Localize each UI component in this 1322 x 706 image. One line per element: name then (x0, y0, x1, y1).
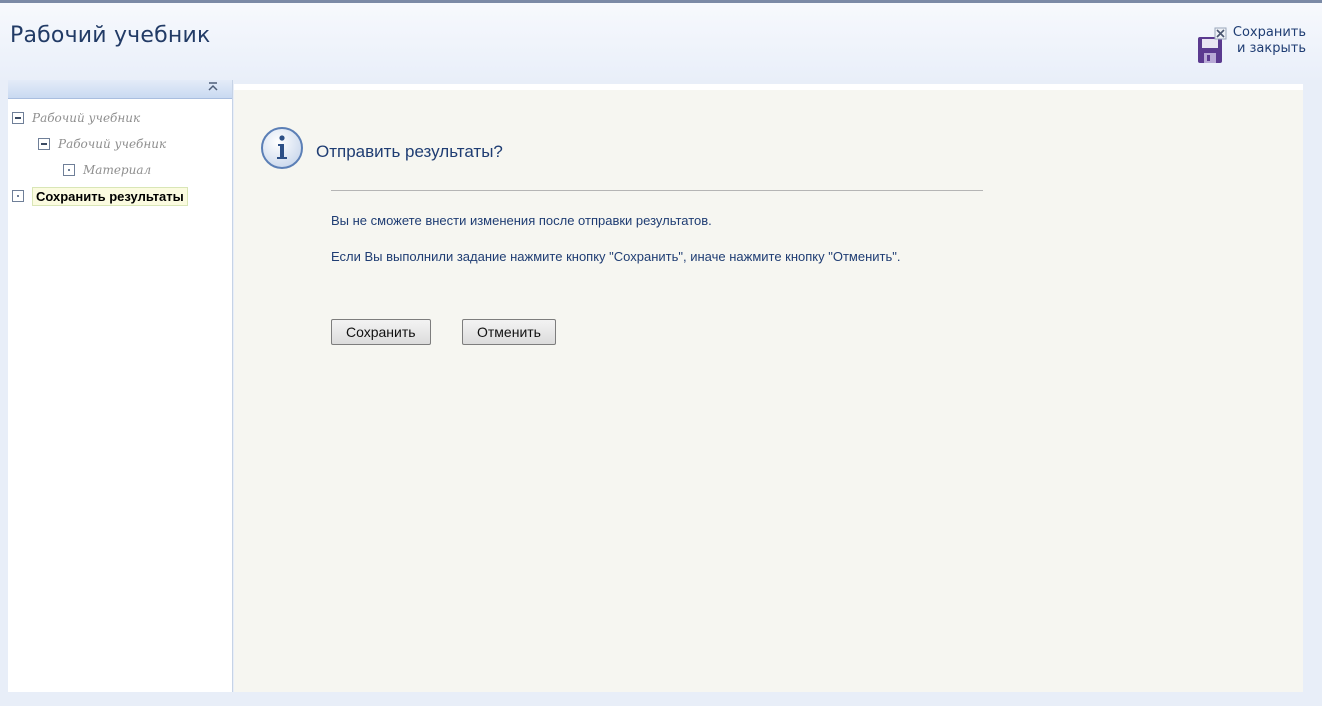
toc-tree: Рабочий учебник Рабочий учебник Материал… (8, 105, 232, 209)
tree-item-label-active: Сохранить результаты (32, 186, 188, 206)
save-button[interactable]: Сохранить (331, 319, 431, 345)
tree-item-label: Рабочий учебник (32, 111, 141, 125)
tree-item-save-results[interactable]: Сохранить результаты (8, 183, 232, 209)
save-and-close-button[interactable]: Сохранить и закрыть (1197, 25, 1306, 71)
collapse-node-icon[interactable] (38, 138, 50, 150)
floppy-disk-close-icon (1197, 27, 1227, 63)
warning-message: Вы не сможете внести изменения после отп… (331, 213, 712, 228)
cancel-button[interactable]: Отменить (462, 319, 556, 345)
dialog-title: Отправить результаты? (316, 142, 503, 161)
collapse-up-icon[interactable] (206, 81, 220, 95)
tree-item-material[interactable]: Материал (8, 157, 232, 183)
content-panel: Отправить результаты? Вы не сможете внес… (234, 84, 1303, 692)
sidebar-collapse-bar (8, 80, 232, 99)
save-and-close-label: Сохранить и закрыть (1232, 25, 1306, 56)
info-icon (261, 127, 303, 169)
leaf-node-icon (12, 190, 24, 202)
collapse-node-icon[interactable] (12, 112, 24, 124)
tree-item-workbook[interactable]: Рабочий учебник (8, 105, 232, 131)
app-title: Рабочий учебник (10, 23, 211, 48)
navigation-sidebar: Рабочий учебник Рабочий учебник Материал… (8, 80, 233, 692)
tree-item-label: Материал (83, 163, 152, 177)
divider (331, 190, 983, 191)
tree-item-label: Рабочий учебник (58, 137, 167, 151)
tree-item-workbook-sub[interactable]: Рабочий учебник (8, 131, 232, 157)
header-bar: Рабочий учебник Сохранить и закрыть (0, 0, 1322, 80)
instruction-message: Если Вы выполнили задание нажмите кнопку… (331, 249, 901, 264)
leaf-node-icon (63, 164, 75, 176)
